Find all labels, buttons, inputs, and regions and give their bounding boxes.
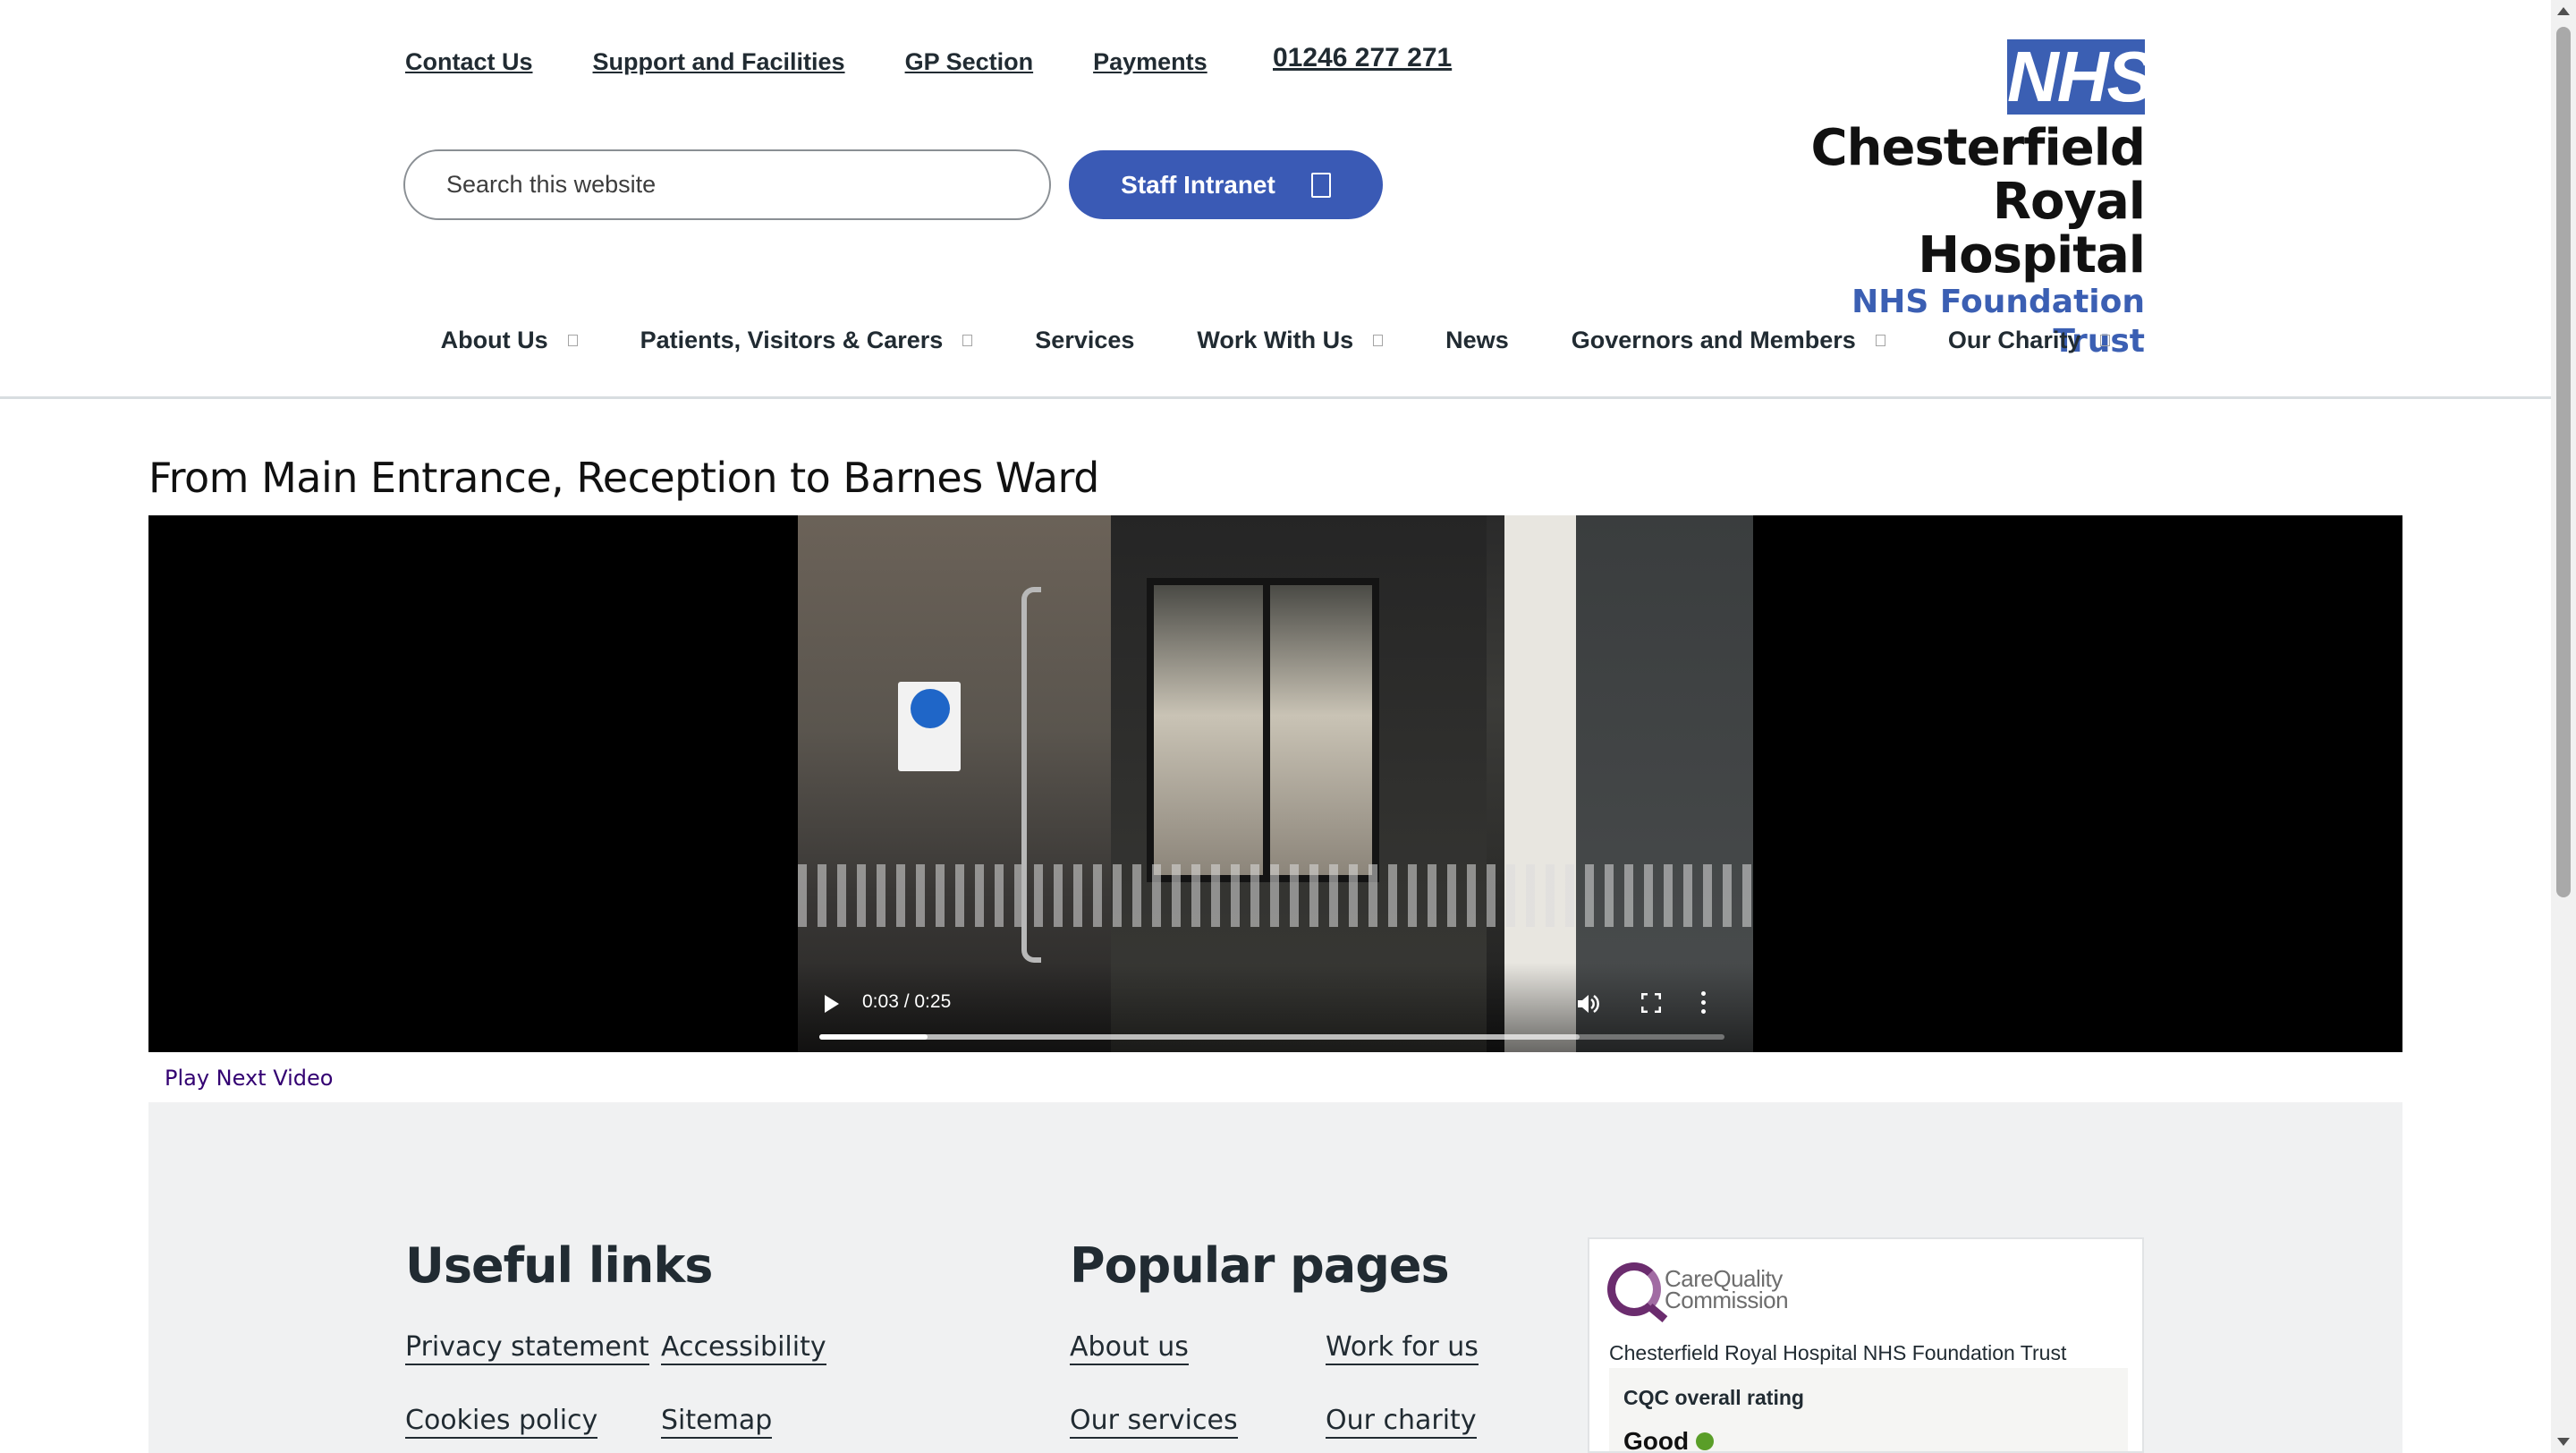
support-facilities-link[interactable]: Support and Facilities xyxy=(593,48,845,76)
header-divider xyxy=(0,396,2551,399)
rating-status-dot-icon xyxy=(1696,1432,1715,1450)
scroll-up-arrow-icon[interactable] xyxy=(2557,7,2570,15)
more-options-icon[interactable] xyxy=(1701,991,1707,1015)
cookies-policy-link[interactable]: Cookies policy xyxy=(405,1405,598,1439)
fullscreen-icon[interactable] xyxy=(1641,993,1661,1013)
scrollbar-thumb[interactable] xyxy=(2556,27,2571,897)
video-scene-sign xyxy=(898,682,961,771)
useful-links-heading: Useful links xyxy=(405,1237,713,1294)
scroll-down-arrow-icon[interactable] xyxy=(2557,1438,2570,1446)
video-progress-bar[interactable] xyxy=(819,1034,1724,1040)
nav-item-label: News xyxy=(1445,326,1509,353)
work-for-us-link[interactable]: Work for us xyxy=(1326,1331,1479,1365)
our-charity-link[interactable]: Our charity xyxy=(1326,1405,1477,1439)
site-logo[interactable]: NHS Chesterfield Royal Hospital NHS Foun… xyxy=(1769,37,2155,361)
external-link-icon xyxy=(1310,172,1331,198)
video-scene-manifestation xyxy=(798,864,1753,927)
cqc-rating-value: Good xyxy=(1623,1427,1715,1453)
logo-line-2: Royal Hospital xyxy=(1918,173,2146,285)
video-played xyxy=(819,1034,928,1040)
cqc-rating-panel: CQC overall rating Good xyxy=(1609,1368,2128,1453)
our-services-link[interactable]: Our services xyxy=(1070,1405,1238,1439)
submenu-icon[interactable] xyxy=(1373,334,1384,346)
site-search xyxy=(403,149,1051,220)
cqc-organisation-name: Chesterfield Royal Hospital NHS Foundati… xyxy=(1609,1341,2067,1364)
nav-item-our-charity[interactable]: Our Charity xyxy=(1948,322,2111,358)
cqc-rating-label: CQC overall rating xyxy=(1623,1386,1804,1409)
about-us-link[interactable]: About us xyxy=(1070,1331,1189,1365)
nav-item-label: Our Charity xyxy=(1947,326,2081,353)
submenu-icon[interactable] xyxy=(1875,334,1885,346)
search-input[interactable] xyxy=(446,171,1001,199)
nav-item-news[interactable]: News xyxy=(1445,322,1509,358)
popular-pages-heading: Popular pages xyxy=(1070,1237,1450,1294)
staff-intranet-button[interactable]: Staff Intranet xyxy=(1069,150,1383,219)
cqc-logo-icon xyxy=(1607,1262,1661,1316)
privacy-statement-link[interactable]: Privacy statement xyxy=(405,1331,649,1365)
nav-item-label: Services xyxy=(1035,326,1135,353)
contact-us-link[interactable]: Contact Us xyxy=(405,48,533,76)
submenu-icon[interactable] xyxy=(567,334,578,346)
video-buffered xyxy=(819,1034,1580,1040)
nav-item-label: Work With Us xyxy=(1197,326,1354,353)
page-title: From Main Entrance, Reception to Barnes … xyxy=(148,454,1099,502)
nav-item-services[interactable]: Services xyxy=(1035,322,1134,358)
video-controls: 0:03 / 0:25 xyxy=(798,963,1753,1052)
logo-line-1: Chesterfield xyxy=(1810,119,2146,177)
play-icon[interactable] xyxy=(825,995,839,1013)
cqc-rating-text: Good xyxy=(1623,1427,1690,1453)
cqc-logo-text: CareQuality Commission xyxy=(1665,1267,1789,1313)
phone-number-link[interactable]: 01246 277 271 xyxy=(1273,43,1452,73)
sitemap-link[interactable]: Sitemap xyxy=(661,1405,773,1439)
staff-intranet-label: Staff Intranet xyxy=(1121,170,1275,199)
video-time: 0:03 / 0:25 xyxy=(862,991,952,1012)
nav-item-label: Governors and Members xyxy=(1571,326,1856,353)
gp-section-link[interactable]: GP Section xyxy=(905,48,1034,76)
video-scene-door-handle xyxy=(1021,587,1041,963)
nav-item-work-with-us[interactable]: Work With Us xyxy=(1197,322,1384,358)
video-player[interactable]: 0:03 / 0:25 xyxy=(148,515,2402,1052)
cqc-name-line-2: Commission xyxy=(1665,1287,1789,1313)
accessibility-link[interactable]: Accessibility xyxy=(661,1331,826,1365)
main-navigation: About Us Patients, Visitors & Carers Ser… xyxy=(0,322,2551,358)
volume-icon[interactable] xyxy=(1576,993,1599,1015)
page-scrollbar[interactable] xyxy=(2551,0,2576,1453)
nav-item-governors-members[interactable]: Governors and Members xyxy=(1572,322,1885,358)
play-next-video-link[interactable]: Play Next Video xyxy=(165,1066,333,1091)
utility-links: Contact Us Support and Facilities GP Sec… xyxy=(405,47,1267,77)
nav-item-patients-visitors-carers[interactable]: Patients, Visitors & Carers xyxy=(640,322,973,358)
cqc-rating-widget[interactable]: CareQuality Commission Chesterfield Roya… xyxy=(1588,1237,2144,1453)
submenu-icon[interactable] xyxy=(2100,334,2111,346)
nav-item-about-us[interactable]: About Us xyxy=(441,322,578,358)
nav-item-label: About Us xyxy=(440,326,548,353)
payments-link[interactable]: Payments xyxy=(1093,48,1208,76)
video-scene-inner-doors xyxy=(1147,578,1379,882)
submenu-icon[interactable] xyxy=(962,334,973,346)
nav-item-label: Patients, Visitors & Carers xyxy=(640,326,944,353)
nhs-logo: NHS xyxy=(2007,37,2155,116)
